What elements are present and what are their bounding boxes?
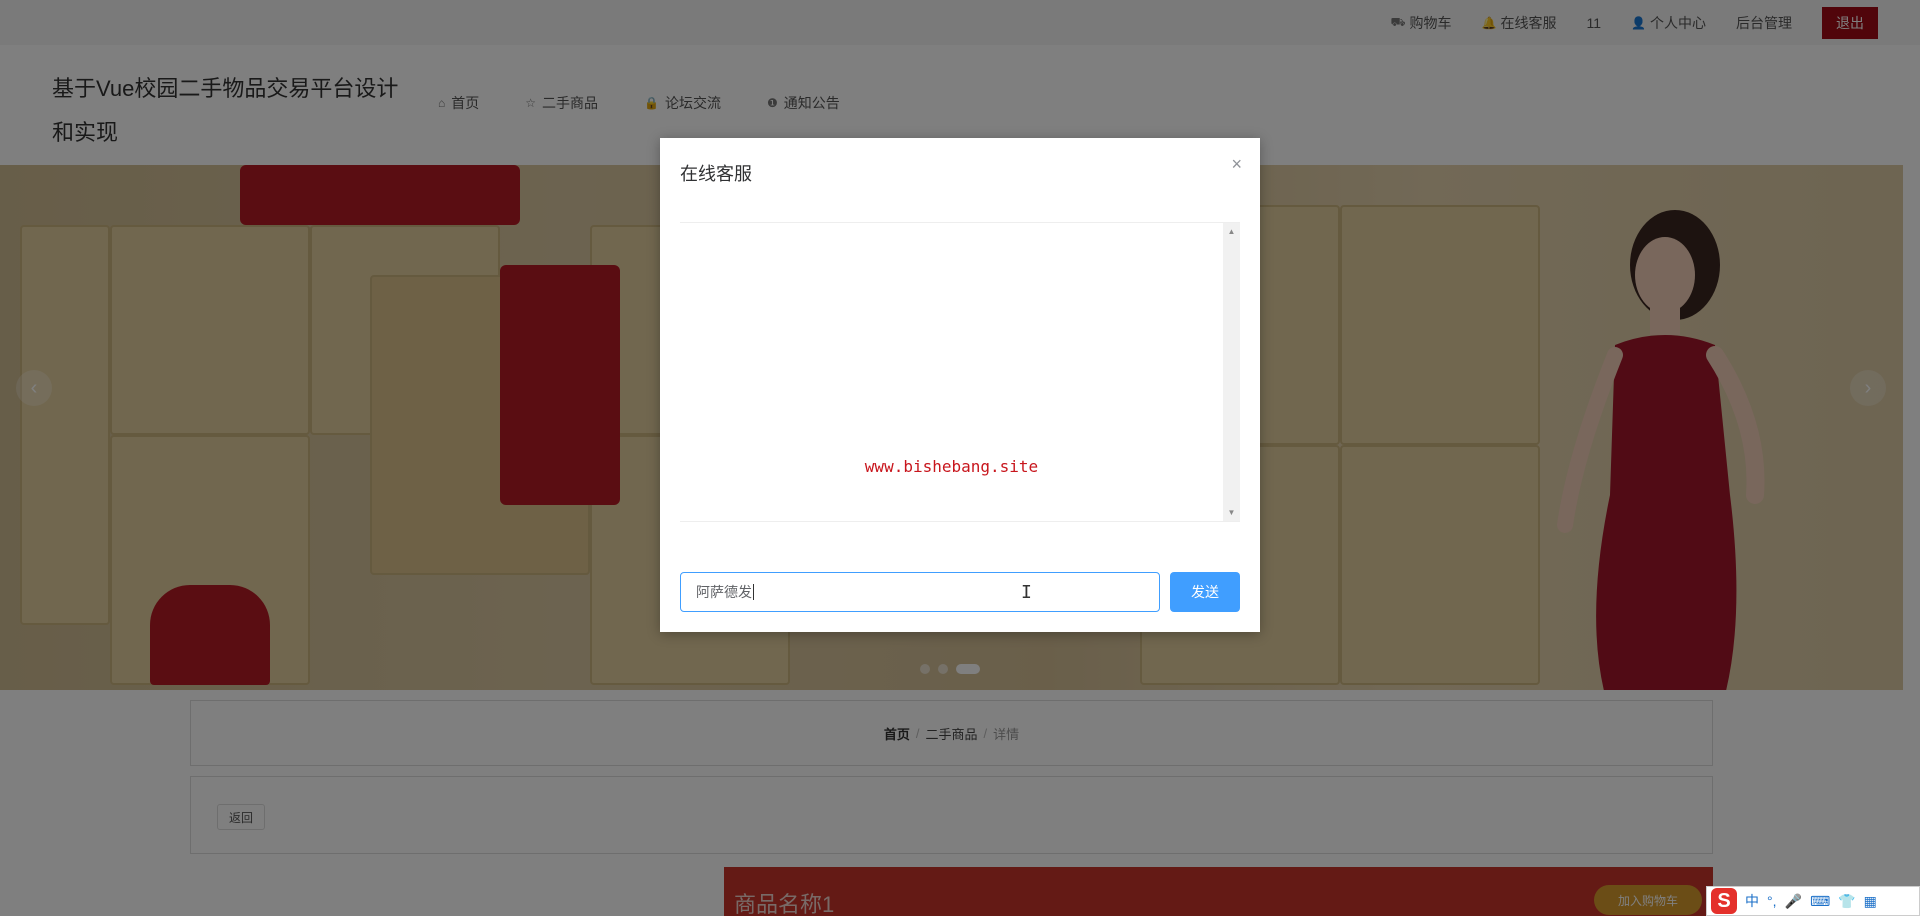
text-caret [753,584,754,600]
skin-icon[interactable]: 👕 [1838,893,1855,910]
ime-toolbar: S 中 °, 🎤 ⌨ 👕 ▦ [1706,886,1920,916]
keyboard-icon[interactable]: ⌨ [1810,893,1830,910]
chat-message-area[interactable]: www.bishebang.site ▲ ▼ [680,222,1240,522]
customer-service-dialog: 在线客服 × www.bishebang.site ▲ ▼ 阿萨德发 I 发送 [660,138,1260,632]
dialog-title: 在线客服 [680,164,752,184]
ime-punctuation-icon[interactable]: °, [1767,893,1777,909]
grid-menu-icon[interactable]: ▦ [1864,893,1877,910]
message-input-value: 阿萨德发 [696,584,752,600]
ime-chinese-mode[interactable]: 中 [1745,891,1759,911]
scroll-up-icon[interactable]: ▲ [1223,227,1240,236]
close-icon[interactable]: × [1231,154,1242,175]
message-input[interactable]: 阿萨德发 I [680,572,1160,612]
sogou-logo-icon[interactable]: S [1711,888,1737,914]
scroll-down-icon[interactable]: ▼ [1223,508,1240,517]
send-button[interactable]: 发送 [1170,572,1240,612]
microphone-icon[interactable]: 🎤 [1785,893,1802,910]
ibeam-cursor-icon: I [1021,582,1032,603]
chat-scrollbar[interactable]: ▲ ▼ [1223,223,1240,521]
watermark-text: www.bishebang.site [864,457,1039,476]
